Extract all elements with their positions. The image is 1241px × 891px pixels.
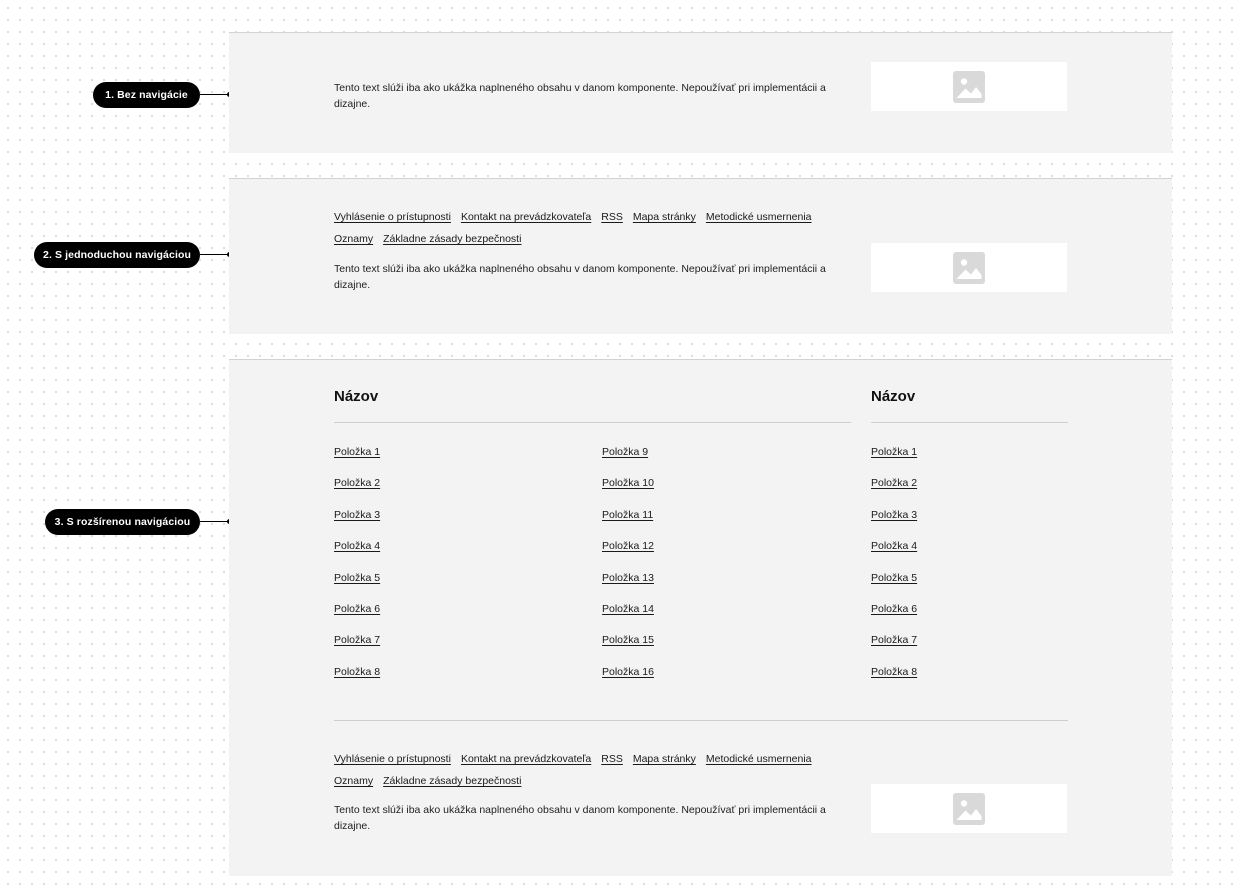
nav-link-operator-contact[interactable]: Kontakt na prevádzkovateľa <box>461 211 591 223</box>
list-item: Položka 14 <box>602 602 654 633</box>
nav-item-link[interactable]: Položka 16 <box>602 666 654 678</box>
list-item: Položka 8 <box>871 665 917 696</box>
list-item: Položka 9 <box>602 445 654 476</box>
nav-link-guidelines[interactable]: Metodické usmernenia <box>706 211 812 223</box>
footer-description-text: Tento text slúži iba ako ukážka naplnené… <box>334 263 826 291</box>
list-item: Položka 5 <box>871 571 917 602</box>
image-placeholder <box>871 784 1067 833</box>
footer-nav-row: Oznamy Základne zásady bezpečnosti <box>334 231 531 247</box>
nav-link-operator-contact[interactable]: Kontakt na prevádzkovateľa <box>461 753 591 765</box>
nav-link-accessibility[interactable]: Vyhlásenie o prístupnosti <box>334 753 451 765</box>
annotation-pill-simple-navigation: 2. S jednoduchou navigáciou <box>34 242 200 268</box>
list-item: Položka 6 <box>334 602 380 633</box>
nav-item-link[interactable]: Položka 10 <box>602 477 654 489</box>
footer-variant-no-navigation: Tento text slúži iba ako ukážka naplnené… <box>229 32 1172 153</box>
footer-description-text: Tento text slúži iba ako ukážka naplnené… <box>334 804 826 832</box>
footer-nav-row: Vyhlásenie o prístupnosti Kontakt na prev… <box>334 209 822 225</box>
nav-item-list: Položka 1 Položka 2 Položka 3 Položka 4 … <box>334 445 380 696</box>
nav-item-link[interactable]: Položka 3 <box>871 509 917 521</box>
annotation-label: 1. Bez navigácie <box>105 89 188 101</box>
list-item: Položka 2 <box>871 476 917 507</box>
list-item: Položka 1 <box>871 445 917 476</box>
list-item: Položka 10 <box>602 476 654 507</box>
nav-item-link[interactable]: Položka 11 <box>602 509 653 521</box>
annotation-label: 2. S jednoduchou navigáciou <box>43 249 191 261</box>
nav-item-link[interactable]: Položka 9 <box>602 446 648 458</box>
nav-link-rss[interactable]: RSS <box>601 753 623 765</box>
nav-link-guidelines[interactable]: Metodické usmernenia <box>706 753 812 765</box>
footer-nav-row: Oznamy Základne zásady bezpečnosti <box>334 773 531 789</box>
footer-description-text: Tento text slúži iba ako ukážka naplnené… <box>334 82 826 110</box>
list-item: Položka 3 <box>871 508 917 539</box>
list-item: Položka 4 <box>334 539 380 570</box>
list-item: Položka 8 <box>334 665 380 696</box>
nav-item-link[interactable]: Položka 5 <box>334 572 380 584</box>
image-placeholder-icon <box>953 792 985 825</box>
nav-column-title: Názov <box>871 388 916 405</box>
image-placeholder <box>871 243 1067 292</box>
annotation-connector <box>200 519 232 524</box>
nav-item-link[interactable]: Položka 1 <box>871 446 917 458</box>
nav-item-link[interactable]: Položka 1 <box>334 446 380 458</box>
nav-link-announcements[interactable]: Oznamy <box>334 233 373 245</box>
divider <box>334 720 1068 721</box>
nav-item-list: Položka 9 Položka 10 Položka 11 Položka … <box>602 445 654 696</box>
nav-link-rss[interactable]: RSS <box>601 211 623 223</box>
list-item: Položka 2 <box>334 476 380 507</box>
nav-item-link[interactable]: Položka 5 <box>871 572 917 584</box>
nav-item-link[interactable]: Položka 6 <box>871 603 917 615</box>
nav-link-announcements[interactable]: Oznamy <box>334 775 373 787</box>
nav-item-link[interactable]: Položka 15 <box>602 634 654 646</box>
list-item: Položka 3 <box>334 508 380 539</box>
nav-item-link[interactable]: Položka 8 <box>334 666 380 678</box>
footer-variant-extended-navigation: Názov Názov Položka 1 Položka 2 Položka … <box>229 359 1172 876</box>
annotation-connector <box>200 252 232 257</box>
list-item: Položka 1 <box>334 445 380 476</box>
nav-item-link[interactable]: Položka 13 <box>602 572 654 584</box>
footer-variant-simple-navigation: Vyhlásenie o prístupnosti Kontakt na prev… <box>229 178 1172 334</box>
list-item: Položka 5 <box>334 571 380 602</box>
nav-link-accessibility[interactable]: Vyhlásenie o prístupnosti <box>334 211 451 223</box>
nav-item-link[interactable]: Položka 7 <box>871 634 917 646</box>
list-item: Položka 16 <box>602 665 654 696</box>
divider <box>334 422 851 423</box>
image-placeholder <box>871 62 1067 111</box>
nav-column-title: Názov <box>334 388 379 405</box>
list-item: Položka 15 <box>602 633 654 664</box>
nav-item-link[interactable]: Položka 4 <box>334 540 380 552</box>
list-item: Položka 12 <box>602 539 654 570</box>
nav-item-link[interactable]: Položka 8 <box>871 666 917 678</box>
nav-item-link[interactable]: Položka 12 <box>602 540 654 552</box>
list-item: Položka 7 <box>334 633 380 664</box>
list-item: Položka 7 <box>871 633 917 664</box>
nav-link-sitemap[interactable]: Mapa stránky <box>633 753 696 765</box>
annotation-connector <box>200 92 232 97</box>
image-placeholder-icon <box>953 251 985 284</box>
nav-link-security-principles[interactable]: Základne zásady bezpečnosti <box>383 775 521 787</box>
nav-item-link[interactable]: Položka 7 <box>334 634 380 646</box>
nav-item-link[interactable]: Položka 14 <box>602 603 654 615</box>
nav-item-link[interactable]: Položka 2 <box>871 477 917 489</box>
divider <box>871 422 1068 423</box>
nav-item-link[interactable]: Položka 2 <box>334 477 380 489</box>
nav-item-link[interactable]: Položka 4 <box>871 540 917 552</box>
annotation-label: 3. S rozšírenou navigáciou <box>54 516 191 528</box>
footer-nav-row: Vyhlásenie o prístupnosti Kontakt na prev… <box>334 751 822 767</box>
annotation-pill-extended-navigation: 3. S rozšírenou navigáciou <box>45 509 200 535</box>
annotation-pill-no-navigation: 1. Bez navigácie <box>93 82 200 108</box>
nav-item-link[interactable]: Položka 3 <box>334 509 380 521</box>
list-item: Položka 6 <box>871 602 917 633</box>
list-item: Položka 13 <box>602 571 654 602</box>
list-item: Položka 4 <box>871 539 917 570</box>
nav-item-link[interactable]: Položka 6 <box>334 603 380 615</box>
nav-link-sitemap[interactable]: Mapa stránky <box>633 211 696 223</box>
nav-item-list: Položka 1 Položka 2 Položka 3 Položka 4 … <box>871 445 917 696</box>
nav-link-security-principles[interactable]: Základne zásady bezpečnosti <box>383 233 521 245</box>
image-placeholder-icon <box>953 70 985 103</box>
list-item: Položka 11 <box>602 508 654 539</box>
